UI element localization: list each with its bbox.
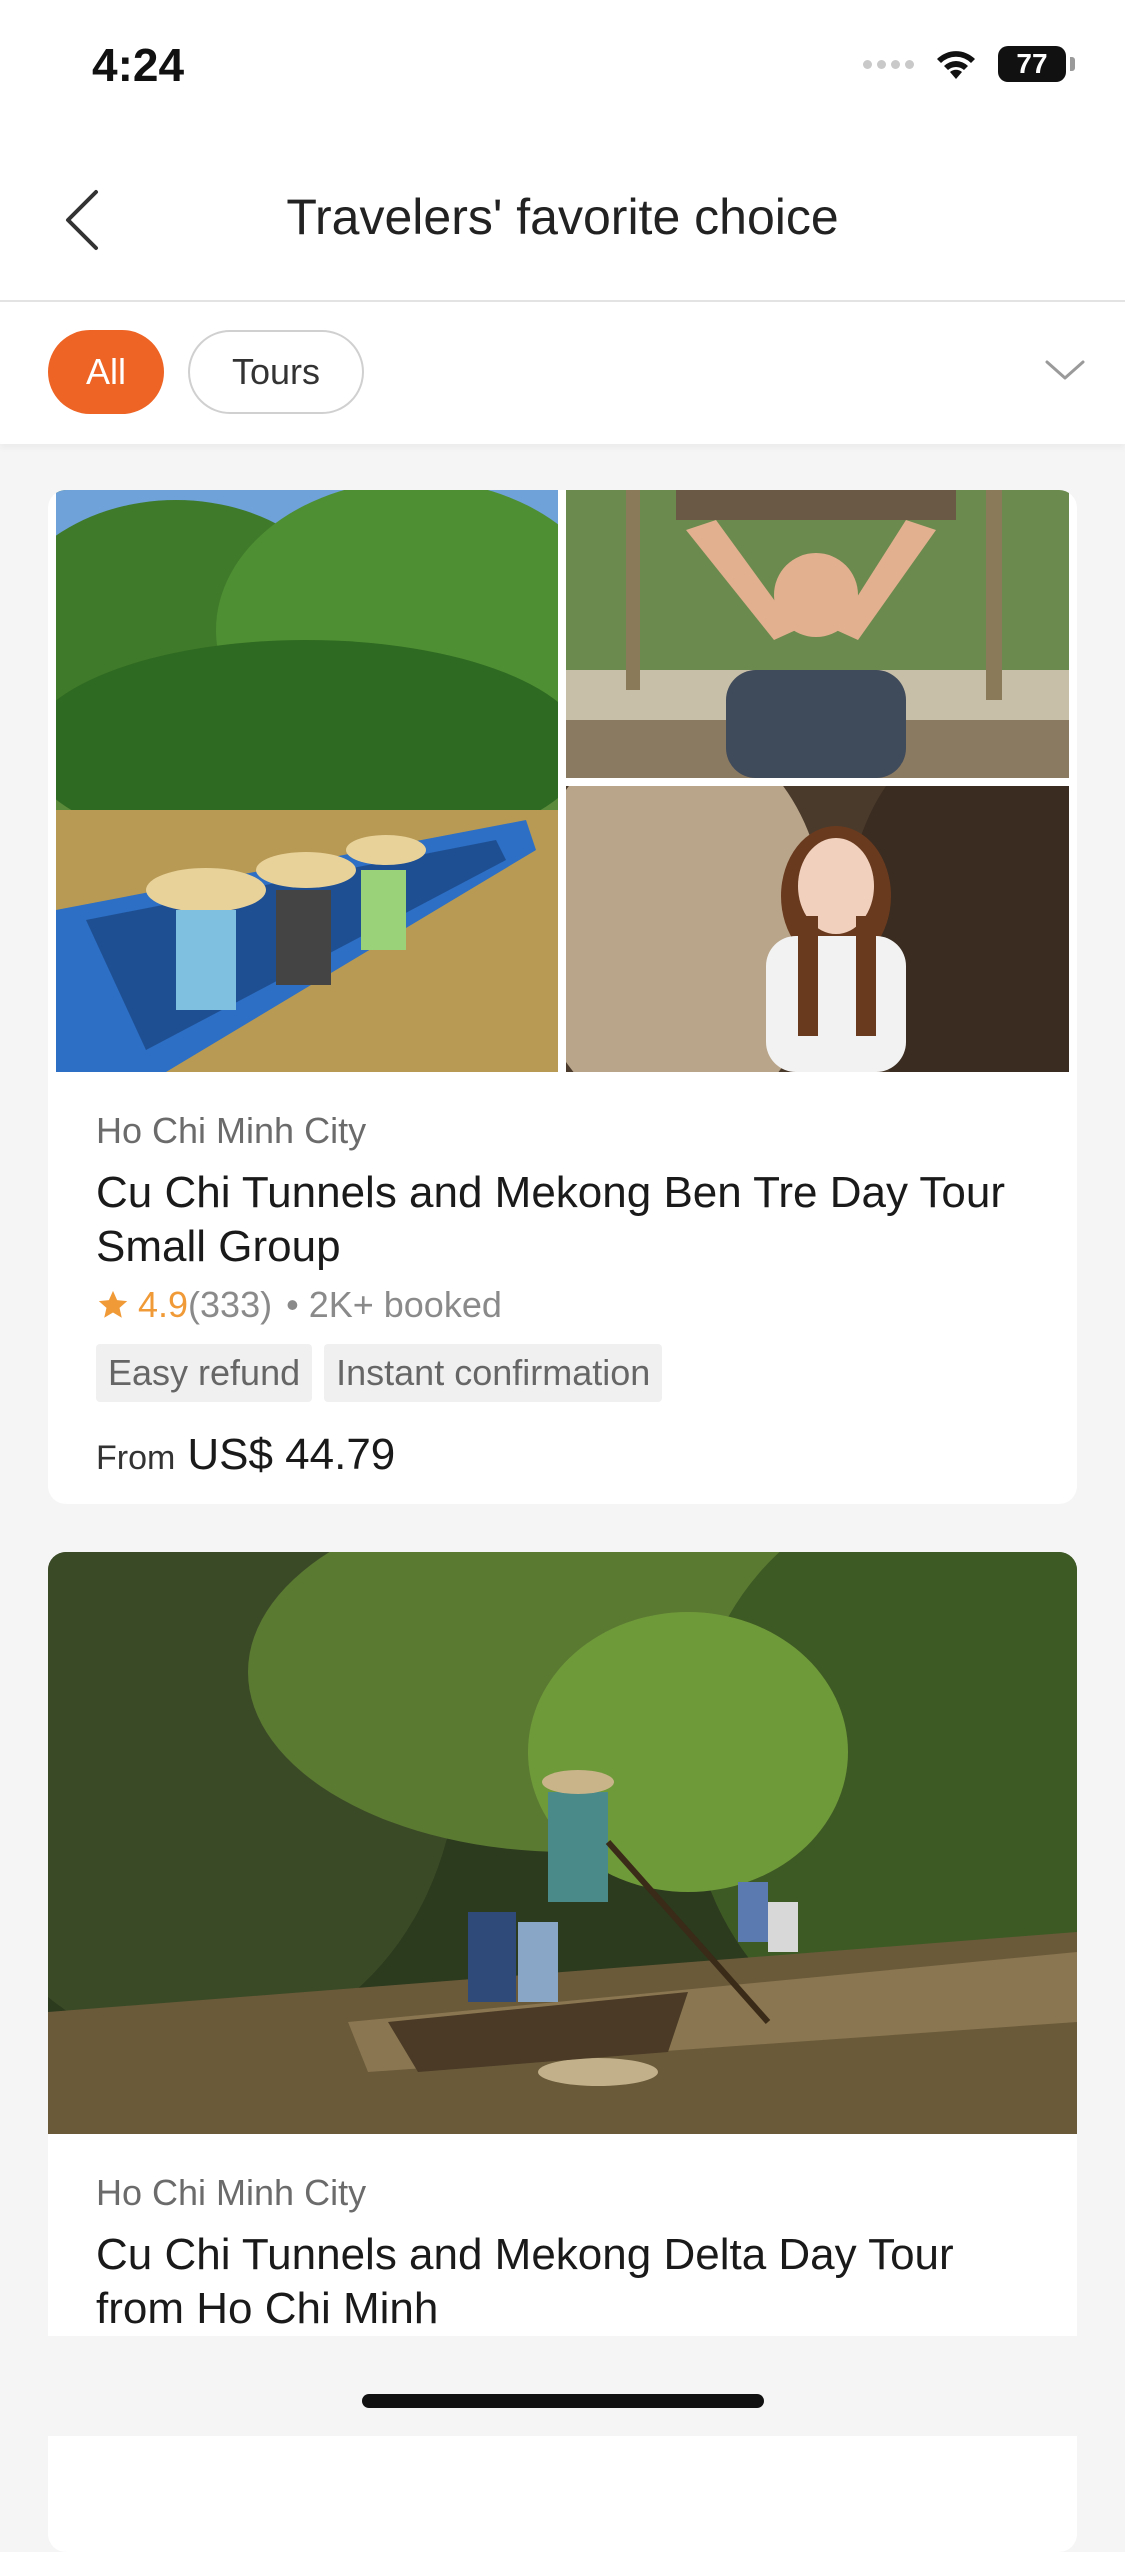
wifi-icon <box>937 51 975 79</box>
rating-count: (333) <box>188 1284 273 1325</box>
tour-card[interactable]: Ho Chi Minh City Cu Chi Tunnels and Meko… <box>48 490 1077 1504</box>
rating-row: 4.9 (333) • 2K+ booked <box>96 1284 1029 1326</box>
battery-tip <box>1070 57 1075 71</box>
tour-card-body: Ho Chi Minh City Cu Chi Tunnels and Meko… <box>48 2172 1077 2336</box>
tour-city: Ho Chi Minh City <box>96 2172 367 2213</box>
navigation-header: Travelers' favorite choice <box>0 140 1125 302</box>
mekong-boat-photo <box>56 490 558 1072</box>
price-value: US$ 44.79 <box>187 1430 396 1479</box>
tag-instant-confirmation: Instant confirmation <box>324 1344 663 1402</box>
star-icon <box>98 1290 128 1318</box>
tour-title[interactable]: Cu Chi Tunnels and Mekong Delta Day Tour… <box>96 2228 1029 2336</box>
mekong-canal-photo <box>48 1552 1077 2134</box>
status-time: 4:24 <box>92 39 185 91</box>
cellular-signal-icon <box>863 59 914 69</box>
tour-photo <box>48 1552 1077 2134</box>
tour-city: Ho Chi Minh City <box>96 1110 367 1151</box>
chevron-down-icon <box>1045 360 1085 380</box>
rating-value: 4.9 <box>138 1284 189 1325</box>
page-title: Travelers' favorite choice <box>286 189 839 245</box>
price-row: From US$ 44.79 <box>96 1430 1029 1480</box>
home-indicator[interactable] <box>362 2394 764 2408</box>
booked-count: • 2K+ booked <box>286 1284 502 1325</box>
filter-chip-tours[interactable]: Tours <box>188 330 364 414</box>
tunnel-inside-photo <box>566 786 1069 1072</box>
battery-icon: 77 <box>998 46 1066 82</box>
tour-photo-gallery <box>48 490 1077 1072</box>
tour-card-body: Ho Chi Minh City Cu Chi Tunnels and Meko… <box>48 1110 1077 1480</box>
tunnel-exit-photo <box>566 490 1069 778</box>
filter-bar: All Tours <box>0 302 1125 444</box>
tour-title[interactable]: Cu Chi Tunnels and Mekong Ben Tre Day To… <box>96 1166 1029 1274</box>
tag-easy-refund: Easy refund <box>96 1344 313 1402</box>
battery-level: 77 <box>1016 48 1048 79</box>
tour-tags: Easy refund Instant confirmation <box>96 1344 1029 1402</box>
status-icons: 77 <box>863 46 1075 82</box>
filter-expand-button[interactable] <box>1035 340 1095 400</box>
filter-chip-all[interactable]: All <box>48 330 164 414</box>
bottom-safe-area <box>0 2336 1125 2436</box>
price-prefix: From <box>96 1439 176 1477</box>
status-bar: 4:24 77 <box>0 0 1125 140</box>
